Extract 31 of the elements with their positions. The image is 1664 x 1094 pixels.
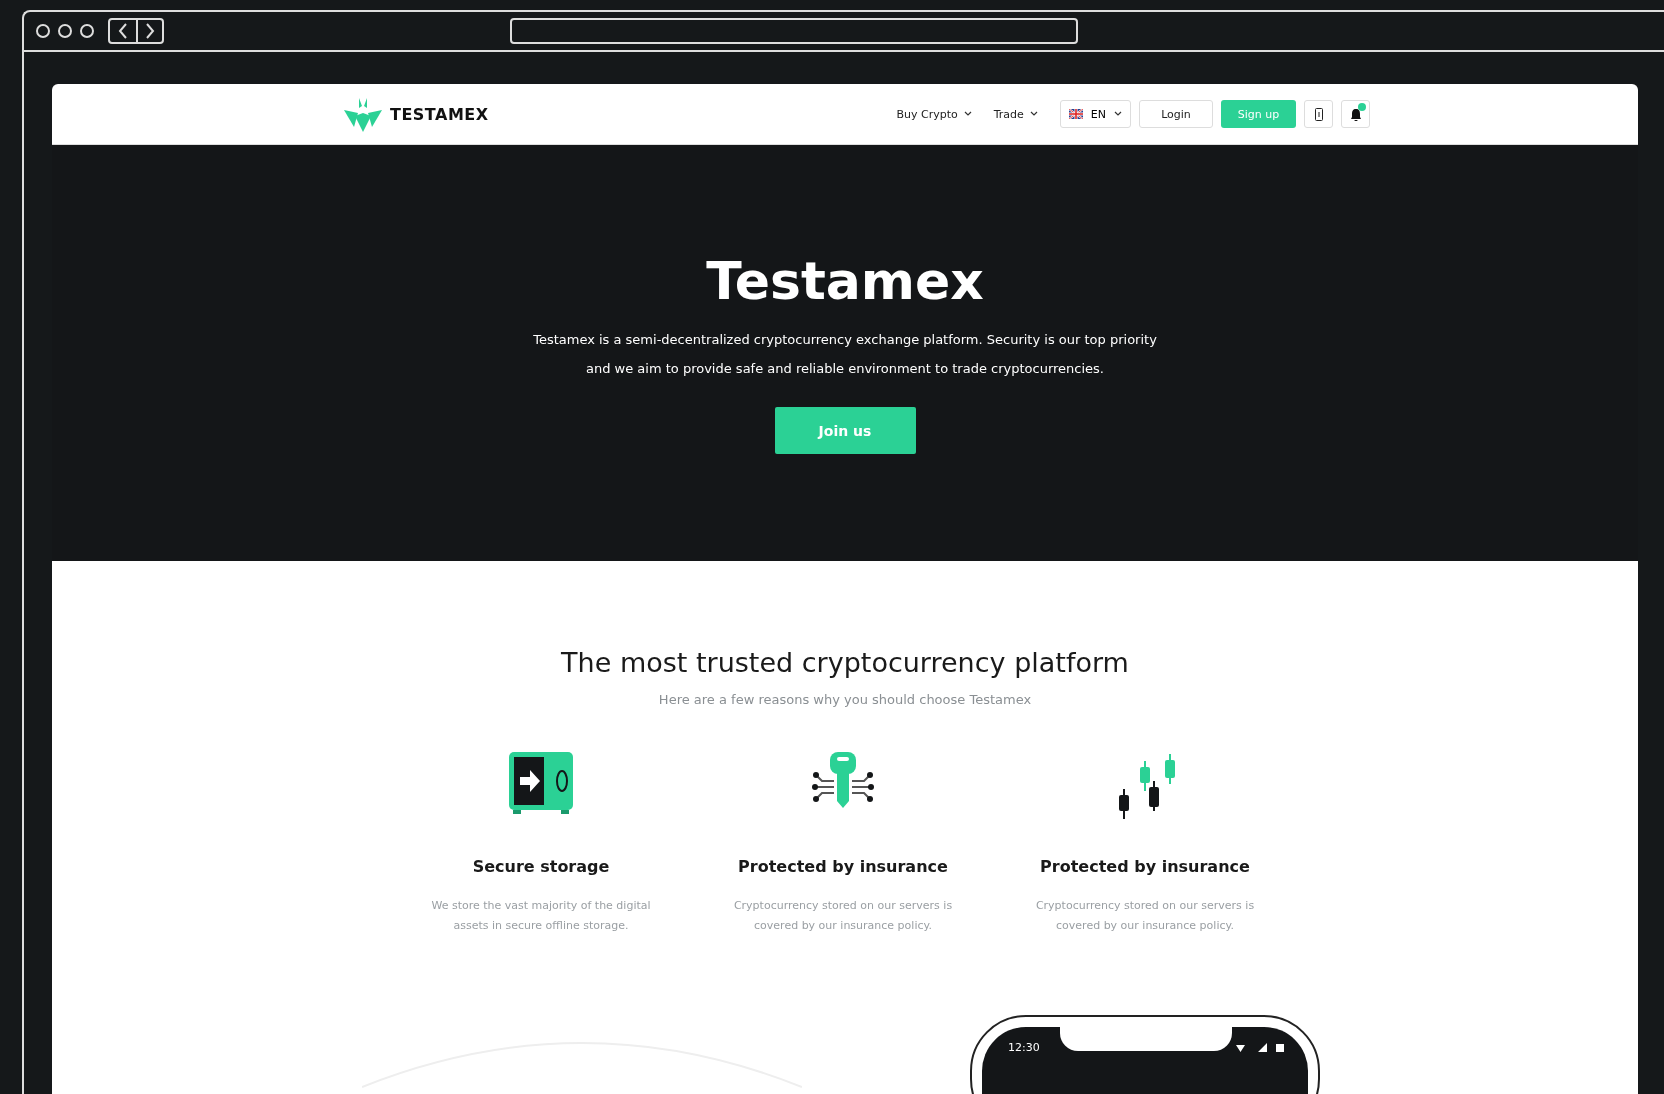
feature-title: Secure storage [472, 857, 610, 876]
window-control[interactable] [36, 24, 50, 38]
status-time: 12:30 [1008, 1041, 1040, 1054]
feature-title: Protected by insurance [738, 857, 948, 876]
nav-menu[interactable]: Buy Crypto [896, 107, 972, 121]
brand-name: TESTAMEX [390, 104, 489, 124]
feature-description: Cryptocurrency stored on our servers is covered by our insurance policy. [1035, 898, 1255, 934]
mobile-app-button[interactable] [1304, 100, 1333, 128]
feature-description: We store the vast majority of the digital assets in secure offline storage. [431, 898, 651, 934]
section-subtitle: Here are a few reasons why you should choose Testamex [658, 692, 1032, 707]
phone-icon [1314, 107, 1323, 121]
window-control[interactable] [58, 24, 72, 38]
nav-menu[interactable]: Trade [993, 107, 1038, 121]
caret-icon [1029, 111, 1038, 117]
window-control[interactable] [80, 24, 94, 38]
address-bar[interactable] [510, 18, 1078, 44]
caret-icon [963, 111, 972, 117]
feature-title: Protected by insurance [1040, 857, 1250, 876]
hero-title: Testamex [706, 250, 984, 313]
back-icon[interactable] [118, 23, 128, 39]
caret-icon [1114, 111, 1122, 117]
feature-description: Cryptocurrency stored on our servers is covered by our insurance policy. [733, 898, 953, 934]
status-icons [1236, 1043, 1286, 1053]
language-selector[interactable]: EN [1059, 100, 1131, 128]
bell-icon [1349, 107, 1362, 121]
forward-icon[interactable] [145, 23, 155, 39]
login-button[interactable]: Login [1139, 100, 1213, 128]
hero-description: Testamex is a semi-decentralized cryptocurrency exchange platform. Security is our top priority and we aim to provide safe and reliable environment to trade cryptocurrencies. [532, 331, 1158, 378]
section-title: The most trusted cryptocurrency platform [561, 647, 1129, 678]
notifications-button[interactable] [1341, 100, 1370, 128]
flag-icon [1068, 109, 1083, 119]
